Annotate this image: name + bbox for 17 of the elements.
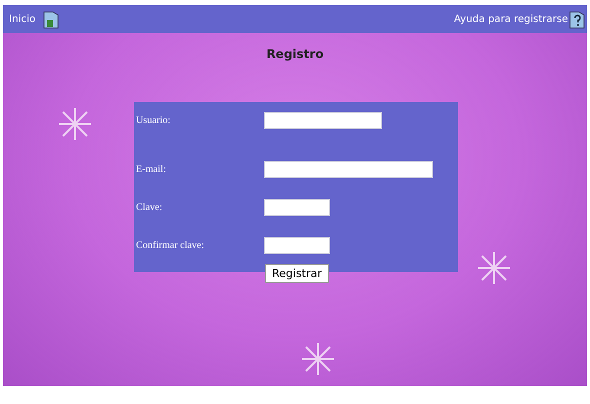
sparkle-icon — [477, 251, 511, 285]
help-icon[interactable] — [569, 9, 585, 29]
field-label: E-mail: — [136, 164, 167, 174]
field-label: Confirmar clave: — [136, 240, 206, 250]
sparkle-icon — [301, 342, 335, 376]
sparkle-icon — [58, 107, 92, 141]
help-link[interactable]: Ayuda para registrarse — [454, 14, 568, 24]
field-label: Clave: — [136, 202, 164, 212]
folder-icon[interactable] — [43, 9, 60, 29]
input-field[interactable] — [264, 236, 330, 254]
register-button[interactable]: Registrar — [265, 264, 329, 283]
input-field[interactable] — [264, 160, 433, 178]
page-title: Registro — [266, 47, 324, 61]
field-label: Usuario: — [136, 115, 172, 126]
home-link[interactable]: Inicio — [9, 14, 36, 24]
input-field[interactable] — [264, 198, 330, 216]
input-field[interactable] — [264, 112, 382, 129]
